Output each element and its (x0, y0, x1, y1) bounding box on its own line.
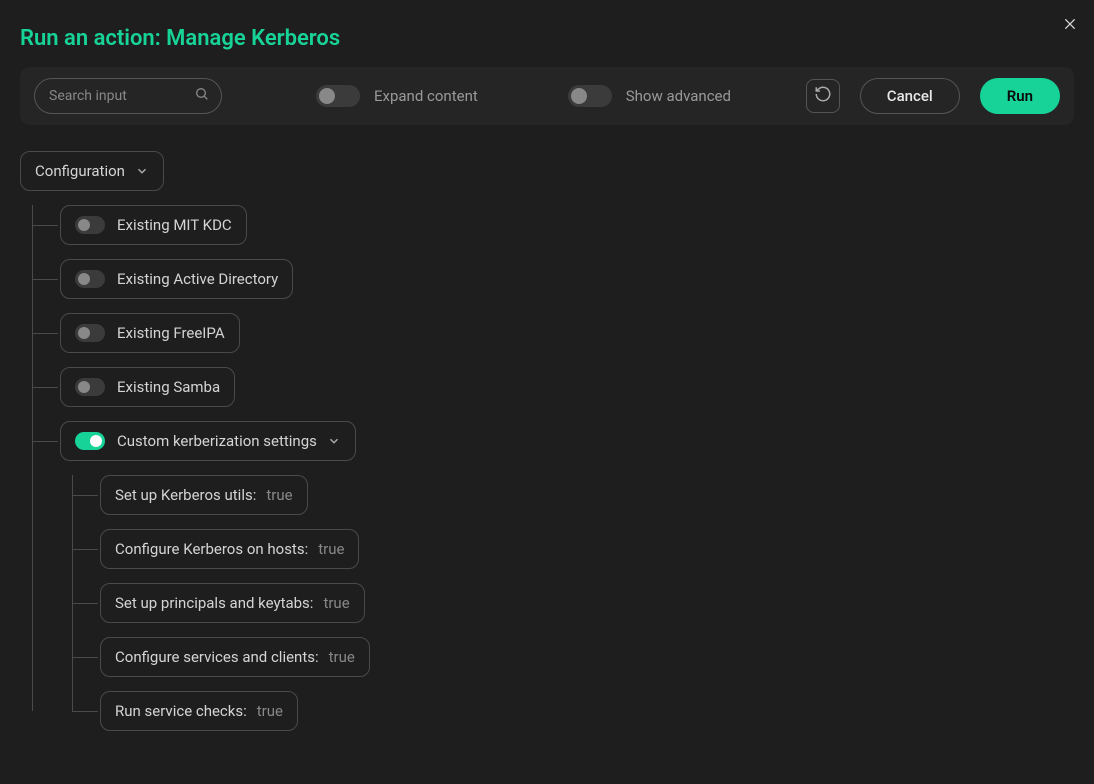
chevron-down-icon (135, 164, 149, 178)
tree-node-value: true (318, 540, 344, 558)
cancel-button[interactable]: Cancel (860, 78, 960, 114)
toolbar: Expand content Show advanced Cancel Run (20, 67, 1074, 125)
tree-node-label: Existing Samba (117, 378, 220, 396)
toggle-existing-mit-kdc[interactable] (75, 216, 105, 234)
tree-node-run-service-checks[interactable]: Run service checks: true (100, 691, 298, 731)
tree-node-existing-samba[interactable]: Existing Samba (60, 367, 235, 407)
tree-node-label: Configuration (35, 162, 125, 180)
tree-node-existing-mit-kdc[interactable]: Existing MIT KDC (60, 205, 247, 245)
show-advanced-label: Show advanced (626, 87, 731, 105)
tree-node-value: true (257, 702, 283, 720)
expand-content-toggle-wrap: Expand content (316, 85, 478, 107)
tree-node-label: Configure services and clients: (115, 648, 319, 666)
tree-node-configuration[interactable]: Configuration (20, 151, 164, 191)
tree-node-setup-principals-keytabs[interactable]: Set up principals and keytabs: true (100, 583, 365, 623)
tree-node-value: true (329, 648, 355, 666)
tree-node-value: true (266, 486, 292, 504)
tree-node-label: Run service checks: (115, 702, 247, 720)
chevron-down-icon (327, 434, 341, 448)
tree-node-label: Existing FreeIPA (117, 324, 225, 342)
tree-node-configure-services-clients[interactable]: Configure services and clients: true (100, 637, 370, 677)
search-wrap (34, 78, 222, 114)
toggle-existing-samba[interactable] (75, 378, 105, 396)
run-button[interactable]: Run (980, 78, 1060, 114)
refresh-icon (814, 85, 832, 107)
config-tree: Configuration Existing MIT KDC Existing … (0, 125, 1094, 751)
toggle-existing-freeipa[interactable] (75, 324, 105, 342)
expand-content-label: Expand content (374, 87, 478, 105)
show-advanced-toggle-wrap: Show advanced (568, 85, 731, 107)
tree-node-label: Existing Active Directory (117, 270, 278, 288)
tree-node-label: Set up Kerberos utils: (115, 486, 256, 504)
tree-node-existing-freeipa[interactable]: Existing FreeIPA (60, 313, 240, 353)
tree-node-existing-active-directory[interactable]: Existing Active Directory (60, 259, 293, 299)
tree-node-custom-kerberization[interactable]: Custom kerberization settings (60, 421, 356, 461)
reset-button[interactable] (806, 79, 840, 113)
tree-children: Set up Kerberos utils: true Configure Ke… (72, 475, 1074, 731)
show-advanced-toggle[interactable] (568, 85, 612, 107)
tree-node-label: Set up principals and keytabs: (115, 594, 313, 612)
tree-node-label: Existing MIT KDC (117, 216, 232, 234)
page-title: Run an action: Manage Kerberos (0, 0, 1094, 67)
tree-node-label: Custom kerberization settings (117, 432, 317, 450)
tree-node-configure-kerberos-hosts[interactable]: Configure Kerberos on hosts: true (100, 529, 359, 569)
expand-content-toggle[interactable] (316, 85, 360, 107)
tree-node-label: Configure Kerberos on hosts: (115, 540, 308, 558)
toggle-custom-kerberization[interactable] (75, 432, 105, 450)
search-input[interactable] (34, 78, 222, 114)
close-button[interactable] (1058, 12, 1082, 36)
tree-node-setup-kerberos-utils[interactable]: Set up Kerberos utils: true (100, 475, 308, 515)
toggle-existing-active-directory[interactable] (75, 270, 105, 288)
tree-node-value: true (323, 594, 349, 612)
tree-children: Existing MIT KDC Existing Active Directo… (32, 205, 1074, 731)
